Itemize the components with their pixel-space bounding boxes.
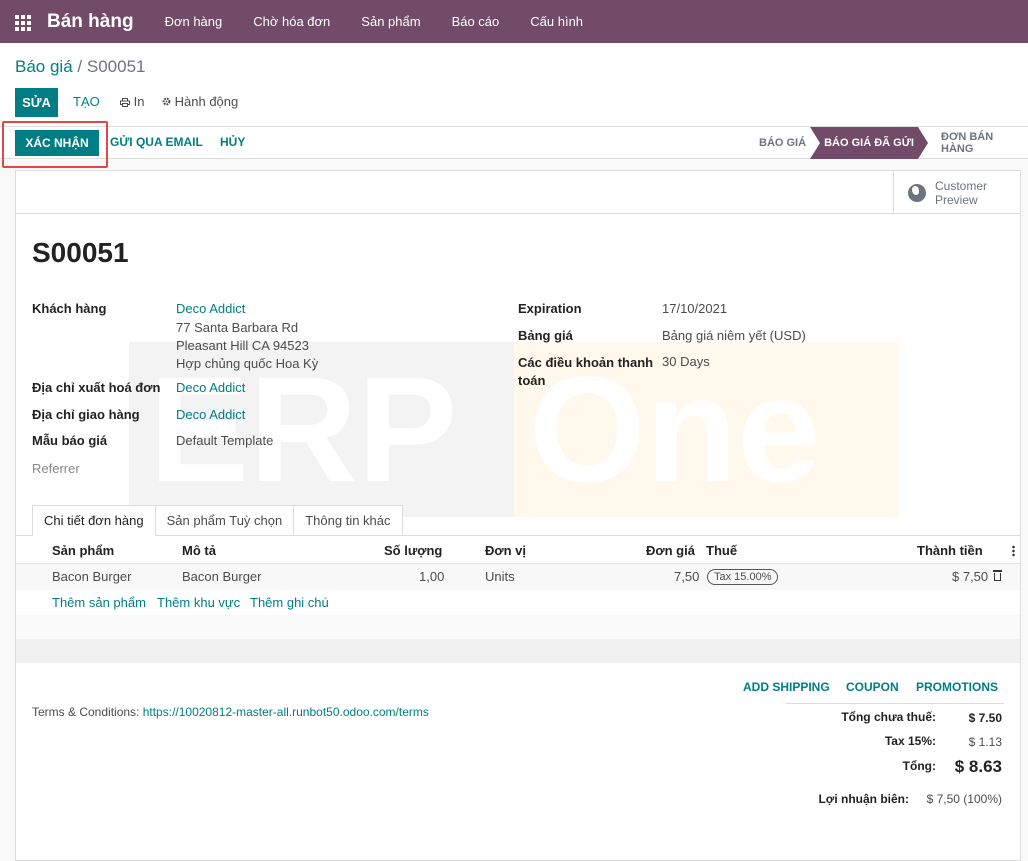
- action-label: Hành động: [174, 94, 239, 109]
- col-header-unit-price[interactable]: Đơn giá: [646, 543, 695, 558]
- address-line3: Hợp chủng quốc Hoa Kỳ: [176, 356, 319, 371]
- cell-unit-price[interactable]: 7,50: [674, 569, 699, 584]
- tab-other-info[interactable]: Thông tin khác: [293, 505, 403, 536]
- pricelist-field[interactable]: Bảng giá niêm yết (USD): [662, 327, 806, 345]
- template-field[interactable]: Default Template: [176, 432, 273, 450]
- promotions-button[interactable]: PROMOTIONS: [916, 680, 998, 694]
- col-header-description[interactable]: Mô tả: [182, 543, 216, 558]
- delivery-address-field[interactable]: Deco Addict: [176, 406, 245, 424]
- customer-field[interactable]: Deco Addict: [176, 300, 245, 318]
- margin-amount: $ 7,50 (100%): [926, 792, 1002, 806]
- breadcrumb-separator: /: [77, 57, 83, 76]
- app-name[interactable]: Bán hàng: [47, 11, 134, 33]
- menu-item-to-invoice[interactable]: Chờ hóa đơn: [253, 14, 330, 29]
- menu-item-reporting[interactable]: Báo cáo: [452, 14, 500, 29]
- pricelist-label: Bảng giá: [518, 328, 573, 343]
- add-shipping-button[interactable]: ADD SHIPPING: [743, 680, 830, 694]
- address-line1: 77 Santa Barbara Rd: [176, 320, 299, 335]
- edit-button[interactable]: SỬA: [15, 88, 58, 117]
- payment-terms-label-line2: toán: [518, 373, 546, 388]
- breadcrumb-current: S00051: [86, 57, 146, 76]
- address-line2: Pleasant Hill CA 94523: [176, 338, 309, 353]
- action-menu-button[interactable]: Hành động: [162, 94, 238, 109]
- create-button[interactable]: TẠO: [73, 94, 100, 109]
- payment-terms-field[interactable]: 30 Days: [662, 353, 710, 371]
- preview-label-line1: Customer: [935, 178, 988, 193]
- totals-divider: [786, 703, 1004, 704]
- stage-quotation-sent[interactable]: BÁO GIÁ ĐÃ GỬI: [810, 127, 928, 159]
- tab-optional-products[interactable]: Sản phẩm Tuỳ chọn: [154, 505, 295, 536]
- col-header-subtotal[interactable]: Thành tiền: [917, 543, 983, 558]
- customer-preview-button[interactable]: Customer Preview: [893, 171, 1020, 214]
- total-label: Tổng:: [902, 759, 936, 773]
- breadcrumb-parent[interactable]: Báo giá: [15, 57, 73, 76]
- globe-icon: [908, 183, 926, 202]
- menu-item-products[interactable]: Sản phẩm: [361, 14, 420, 29]
- col-header-product[interactable]: Sản phẩm: [52, 543, 114, 558]
- expiration-field[interactable]: 17/10/2021: [662, 300, 727, 318]
- cell-description[interactable]: Bacon Burger: [182, 569, 262, 584]
- trash-icon[interactable]: [993, 570, 1002, 581]
- cell-product[interactable]: Bacon Burger: [52, 569, 132, 584]
- cancel-button[interactable]: HỦY: [220, 135, 245, 149]
- gear-icon: [162, 97, 171, 106]
- breadcrumb: Báo giá / S00051: [15, 57, 146, 77]
- print-button[interactable]: In: [120, 94, 144, 109]
- add-note-link[interactable]: Thêm ghi chú: [250, 595, 329, 610]
- cell-quantity[interactable]: 1,00: [419, 569, 444, 584]
- delivery-address-label: Địa chỉ giao hàng: [32, 407, 140, 422]
- tax-amount: $ 1.13: [968, 735, 1002, 749]
- menu-item-orders[interactable]: Đơn hàng: [165, 14, 223, 29]
- stage-quotation[interactable]: BÁO GIÁ: [759, 127, 806, 159]
- untaxed-amount: $ 7.50: [968, 711, 1002, 725]
- tax-label: Tax 15%:: [884, 734, 936, 748]
- terms-label: Terms & Conditions:: [32, 705, 140, 719]
- control-panel: Báo giá / S00051 SỬA TẠO In Hành động: [0, 43, 1028, 127]
- apps-menu-icon[interactable]: [15, 14, 31, 31]
- notebook-tabs: Chi tiết đơn hàng Sản phẩm Tuỳ chọn Thôn…: [32, 505, 403, 536]
- customer-label: Khách hàng: [32, 301, 107, 316]
- expiration-label: Expiration: [518, 301, 582, 316]
- column-options-icon[interactable]: [1012, 545, 1015, 557]
- margin-label: Lợi nhuận biên:: [818, 792, 909, 806]
- col-header-taxes[interactable]: Thuế: [706, 543, 737, 558]
- payment-terms-label-line1: Các điều khoản thanh: [518, 355, 654, 370]
- confirm-highlight-box: [2, 121, 108, 168]
- terms-conditions: Terms & Conditions: https://10020812-mas…: [32, 705, 429, 719]
- add-product-link[interactable]: Thêm sản phẩm: [52, 595, 146, 610]
- coupon-button[interactable]: COUPON: [846, 680, 899, 694]
- tab-order-lines[interactable]: Chi tiết đơn hàng: [32, 505, 156, 536]
- cell-subtotal: $ 7,50: [952, 569, 989, 584]
- tax-badge[interactable]: Tax 15.00%: [707, 569, 779, 585]
- empty-row: [16, 639, 1020, 663]
- top-navbar: Bán hàng Đơn hàng Chờ hóa đơn Sản phẩm B…: [0, 0, 1028, 43]
- untaxed-label: Tổng chưa thuế:: [841, 710, 936, 724]
- form-sheet: Customer Preview ERP One S00051 Khách hà…: [15, 170, 1021, 861]
- col-header-quantity[interactable]: Số lượng: [384, 543, 442, 558]
- cell-uom[interactable]: Units: [485, 569, 515, 584]
- menu-item-configuration[interactable]: Cấu hình: [530, 14, 583, 29]
- add-section-link[interactable]: Thêm khu vực: [157, 595, 240, 610]
- total-amount: $ 8.63: [954, 757, 1002, 776]
- record-name: S00051: [32, 237, 129, 268]
- send-email-button[interactable]: GỬI QUA EMAIL: [110, 135, 203, 149]
- payment-terms-label: Các điều khoản thanh toán: [518, 354, 653, 390]
- table-row[interactable]: [16, 564, 1020, 590]
- button-box: Customer Preview: [16, 171, 1020, 214]
- referrer-label: Referrer: [32, 461, 80, 476]
- template-label: Mẫu báo giá: [32, 433, 108, 448]
- empty-row: [16, 615, 1020, 639]
- printer-icon: [120, 98, 130, 107]
- preview-label-line2: Preview: [935, 192, 978, 207]
- terms-link[interactable]: https://10020812-master-all.runbot50.odo…: [143, 705, 429, 719]
- invoice-address-field[interactable]: Deco Addict: [176, 379, 245, 397]
- col-header-uom[interactable]: Đơn vị: [485, 543, 526, 558]
- invoice-address-label: Địa chỉ xuất hoá đơn: [32, 380, 161, 395]
- print-label: In: [133, 94, 145, 109]
- stage-sales-order[interactable]: ĐƠN BÁN HÀNG: [941, 127, 1028, 159]
- status-bar: XÁC NHẬN GỬI QUA EMAIL HỦY BÁO GIÁ BÁO G…: [0, 127, 1028, 159]
